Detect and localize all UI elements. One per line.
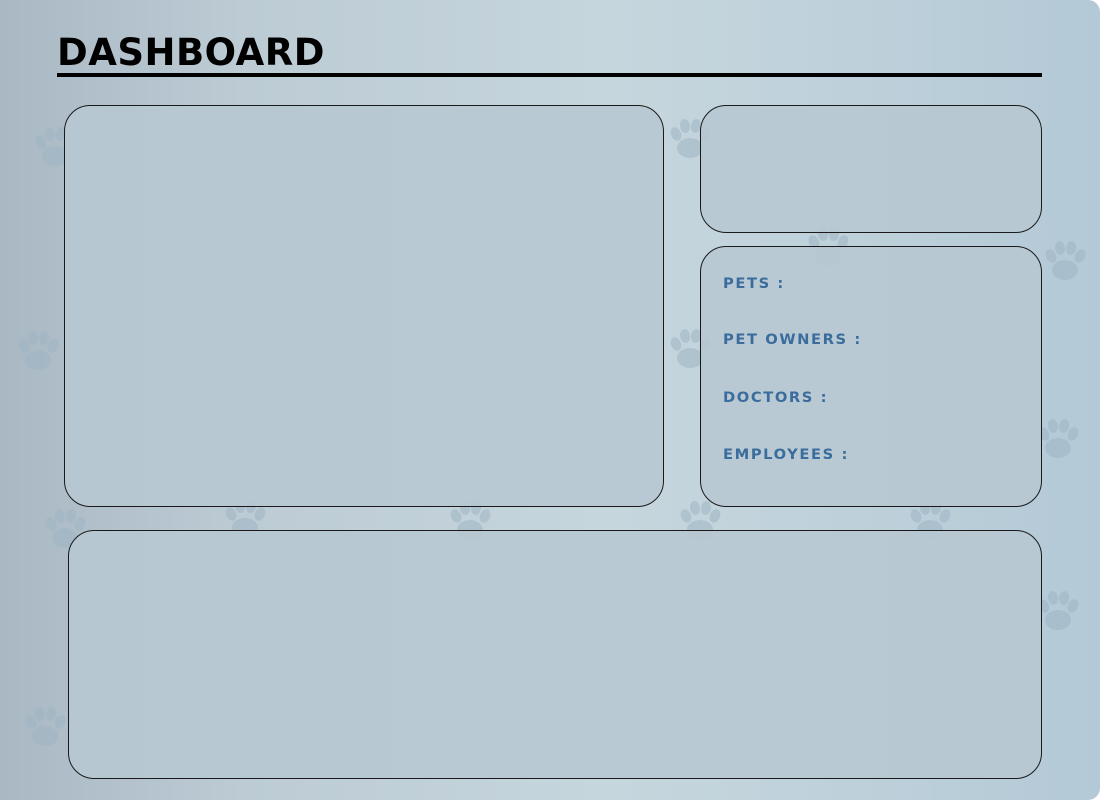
dashboard-app: DASHBOARD PETS : PET OWNERS : DOCTORS : … — [0, 0, 1100, 800]
paw-print-icon — [1043, 240, 1088, 280]
paw-print-icon — [23, 706, 68, 746]
main-panel — [64, 105, 664, 507]
top-right-panel — [700, 105, 1042, 233]
paw-print-icon — [1036, 418, 1081, 458]
stat-label-doctors: DOCTORS : — [723, 390, 829, 406]
paw-print-icon — [1036, 590, 1081, 630]
stats-panel: PETS : PET OWNERS : DOCTORS : EMPLOYEES … — [700, 246, 1042, 507]
paw-print-icon — [16, 330, 61, 370]
bottom-panel — [68, 530, 1042, 779]
title-divider — [57, 73, 1042, 77]
stat-label-pets: PETS : — [723, 276, 785, 292]
stat-label-employees: EMPLOYEES : — [723, 447, 849, 463]
page-title: DASHBOARD — [57, 31, 325, 74]
stat-label-pet-owners: PET OWNERS : — [723, 332, 862, 348]
